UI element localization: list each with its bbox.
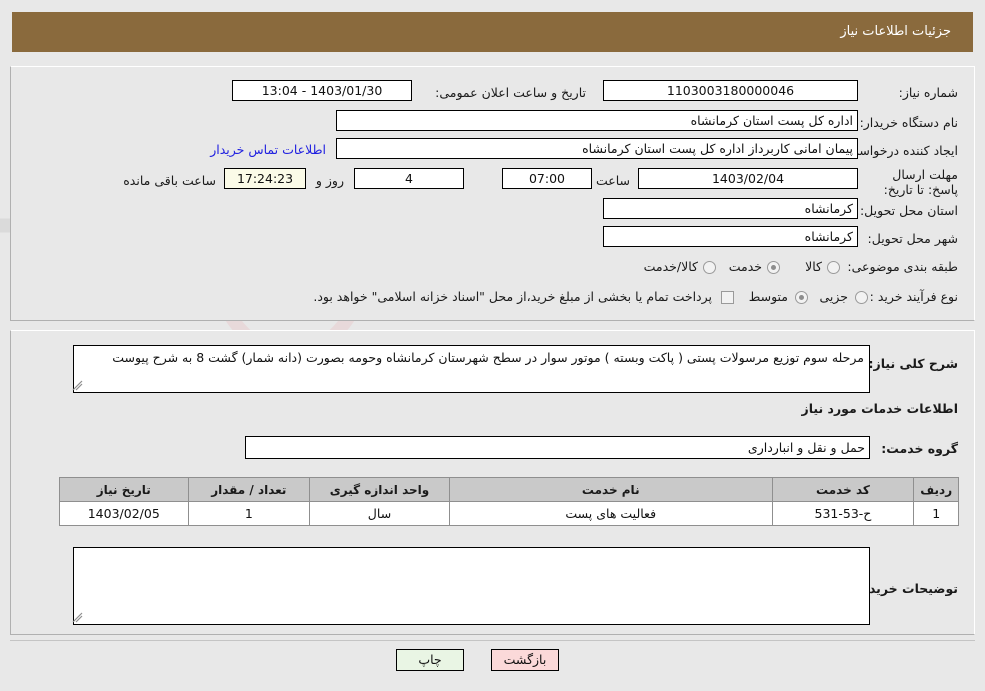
process-option-1-label: متوسط [748, 289, 788, 304]
cell-name: فعالیت های پست [448, 501, 773, 526]
col-header-name: نام خدمت [448, 477, 773, 502]
announce-label: تاریخ و ساعت اعلان عمومی: [435, 85, 586, 100]
buyer-org-label: نام دستگاه خریدار: [859, 115, 958, 130]
window-title-bar: جزئیات اطلاعات نیاز [12, 12, 973, 52]
classification-option-0-label: کالا [805, 259, 822, 274]
services-table: ردیف کد خدمت نام خدمت واحد اندازه گیری ت… [59, 477, 959, 526]
service-group-value: حمل و نقل و انبارداری [245, 436, 870, 459]
table-row: 1 ح-53-531 فعالیت های پست سال 1 1403/02/… [59, 501, 959, 526]
radio-classification-khedmat[interactable] [767, 261, 780, 274]
classification-label: طبقه بندی موضوعی: [847, 259, 958, 274]
cell-row: 1 [913, 501, 959, 526]
deadline-time-label: ساعت [595, 173, 630, 188]
buyer-notes-textarea[interactable] [73, 547, 870, 625]
col-header-row: ردیف [913, 477, 959, 502]
radio-classification-kala-khedmat[interactable] [703, 261, 716, 274]
print-button[interactable]: چاپ [396, 649, 464, 671]
summary-textarea[interactable]: مرحله سوم توزیع مرسولات پستی ( پاکت وبست… [73, 345, 870, 393]
page-title: جزئیات اطلاعات نیاز [840, 24, 951, 39]
remaining-time-value: 17:24:23 [224, 168, 306, 189]
need-number-value: 1103003180000046 [603, 80, 858, 101]
deadline-label: مهلت ارسال پاسخ: تا تاریخ: [883, 167, 958, 197]
buyer-org-value: اداره کل پست استان کرمانشاه [336, 110, 858, 131]
city-value: کرمانشاه [603, 226, 858, 247]
service-group-label: گروه خدمت: [881, 441, 958, 456]
process-option-0-label: جزیی [819, 289, 848, 304]
remaining-days-label: روز و [315, 173, 344, 188]
col-header-qty: تعداد / مقدار [187, 477, 311, 502]
radio-process-jozee[interactable] [855, 291, 868, 304]
cell-qty: 1 [187, 501, 311, 526]
radio-classification-kala[interactable] [827, 261, 840, 274]
back-button[interactable]: بازگشت [491, 649, 559, 671]
col-header-unit: واحد اندازه گیری [309, 477, 450, 502]
footer-divider [10, 640, 975, 641]
page-root: anaTender .net جزئیات اطلاعات نیاز شماره… [0, 0, 985, 691]
radio-process-motavaset[interactable] [795, 291, 808, 304]
treasury-docs-checkbox[interactable] [721, 291, 734, 304]
col-header-code: کد خدمت [771, 477, 915, 502]
classification-option-1-label: خدمت [728, 259, 762, 274]
cell-date: 1403/02/05 [59, 501, 189, 526]
table-header-row: ردیف کد خدمت نام خدمت واحد اندازه گیری ت… [59, 477, 959, 502]
process-label: نوع فرآیند خرید : [869, 289, 958, 304]
treasury-docs-label: پرداخت تمام یا بخشی از مبلغ خرید،از محل … [313, 289, 712, 304]
city-label: شهر محل تحویل: [867, 231, 958, 246]
announce-value: 1403/01/30 - 13:04 [232, 80, 412, 101]
deadline-date-value: 1403/02/04 [638, 168, 858, 189]
remaining-time-label: ساعت باقی مانده [123, 173, 216, 188]
remaining-days-value: 4 [354, 168, 464, 189]
cell-unit: سال [309, 501, 450, 526]
requester-value: پیمان امانی کاربرداز اداره کل پست استان … [336, 138, 858, 159]
services-heading: اطلاعات خدمات مورد نیاز [801, 401, 959, 416]
classification-option-2-label: کالا/خدمت [643, 259, 698, 274]
cell-code: ح-53-531 [771, 501, 915, 526]
deadline-time-value: 07:00 [502, 168, 592, 189]
col-header-date: تاریخ نیاز [59, 477, 189, 502]
requester-label: ایجاد کننده درخواست: [842, 143, 958, 158]
need-info-panel: شماره نیاز: 1103003180000046 تاریخ و ساع… [10, 66, 975, 321]
need-details-panel: شرح کلی نیاز: مرحله سوم توزیع مرسولات پس… [10, 330, 975, 635]
province-value: کرمانشاه [603, 198, 858, 219]
buyer-contact-link[interactable]: اطلاعات تماس خریدار [210, 142, 326, 158]
need-number-label: شماره نیاز: [898, 85, 958, 100]
province-label: استان محل تحویل: [859, 203, 958, 218]
summary-label: شرح کلی نیاز: [868, 356, 958, 371]
